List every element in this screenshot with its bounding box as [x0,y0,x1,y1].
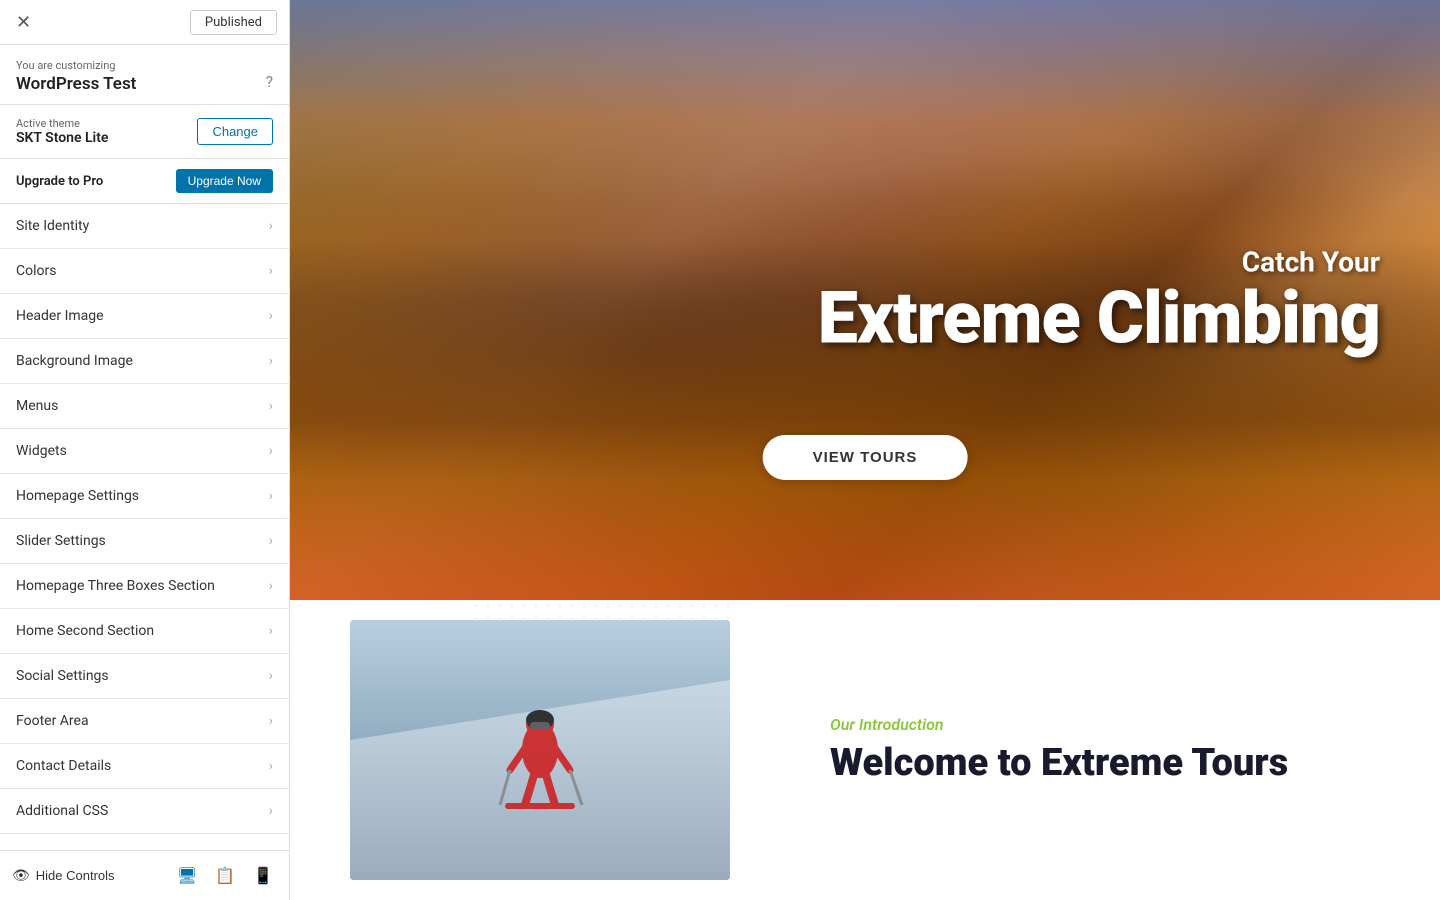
eye-icon: 👁 [12,867,30,884]
chevron-right-icon: › [269,668,273,684]
close-button[interactable]: ✕ [12,8,35,37]
upgrade-now-button[interactable]: Upgrade Now [176,169,273,193]
panel-bottom: 👁 Hide Controls 🖥 📋 📱 [0,850,289,900]
menu-item-label-home-second-section: Home Second Section [16,623,154,639]
chevron-right-icon: › [269,398,273,414]
intro-image-wrapper [350,620,770,880]
help-icon[interactable]: ? [265,72,273,91]
menu-item-label-slider-settings: Slider Settings [16,533,106,549]
tablet-preview-button[interactable]: 📋 [211,862,239,890]
menu-item-colors[interactable]: Colors › [0,249,289,294]
hero-text-block: Catch Your Extreme Climbing [818,246,1380,355]
menu-item-label-social-settings: Social Settings [16,668,109,684]
menu-item-contact-details[interactable]: Contact Details › [0,744,289,789]
menu-item-label-widgets: Widgets [16,443,67,459]
menu-item-additional-css[interactable]: Additional CSS › [0,789,289,834]
customizing-title: WordPress Test [16,74,273,94]
menu-item-label-menus: Menus [16,398,58,414]
upgrade-label: Upgrade to Pro [16,174,103,189]
upgrade-bar: Upgrade to Pro Upgrade Now [0,159,289,204]
customizer-panel: ✕ Published You are customizing WordPres… [0,0,290,900]
menu-item-label-background-image: Background Image [16,353,133,369]
hero-section: Catch Your Extreme Climbing VIEW TOURS [290,0,1440,600]
chevron-right-icon: › [269,803,273,819]
active-theme-section: Active theme SKT Stone Lite Change [0,105,289,159]
hide-controls-label: Hide Controls [36,868,115,883]
change-theme-button[interactable]: Change [197,118,273,145]
menu-item-label-colors: Colors [16,263,56,279]
hide-controls-button[interactable]: 👁 Hide Controls [12,867,115,884]
hero-catch-line: Catch Your [818,246,1380,279]
customizing-section: You are customizing WordPress Test ? [0,45,289,105]
menu-item-label-homepage-settings: Homepage Settings [16,488,139,504]
skier-illustration [350,620,730,880]
menu-item-homepage-three-boxes[interactable]: Homepage Three Boxes Section › [0,564,289,609]
hero-cta-wrapper: VIEW TOURS [763,435,968,480]
intro-image [350,620,730,880]
menu-item-homepage-settings[interactable]: Homepage Settings › [0,474,289,519]
menu-item-label-site-identity: Site Identity [16,218,89,234]
menu-item-site-identity[interactable]: Site Identity › [0,204,289,249]
menu-item-label-footer-area: Footer Area [16,713,89,729]
menu-item-widgets[interactable]: Widgets › [0,429,289,474]
intro-section: Our Introduction Welcome to Extreme Tour… [290,600,1440,900]
chevron-right-icon: › [269,713,273,729]
published-badge: Published [190,10,277,35]
menu-item-home-second-section[interactable]: Home Second Section › [0,609,289,654]
active-theme-name: SKT Stone Lite [16,130,108,146]
chevron-right-icon: › [269,353,273,369]
desktop-preview-button[interactable]: 🖥 [173,862,201,890]
chevron-right-icon: › [269,308,273,324]
menu-item-social-settings[interactable]: Social Settings › [0,654,289,699]
hero-main-title: Extreme Climbing [818,283,1380,355]
chevron-right-icon: › [269,218,273,234]
menu-item-label-homepage-three-boxes: Homepage Three Boxes Section [16,578,215,594]
panel-topbar: ✕ Published [0,0,289,45]
menu-item-label-additional-css: Additional CSS [16,803,108,819]
menu-item-header-image[interactable]: Header Image › [0,294,289,339]
chevron-right-icon: › [269,578,273,594]
menu-item-background-image[interactable]: Background Image › [0,339,289,384]
menu-item-footer-area[interactable]: Footer Area › [0,699,289,744]
menu-item-slider-settings[interactable]: Slider Settings › [0,519,289,564]
intro-text-block: Our Introduction Welcome to Extreme Tour… [830,715,1380,786]
menu-item-label-header-image: Header Image [16,308,104,324]
intro-subtitle: Our Introduction [830,715,1380,734]
menu-item-label-contact-details: Contact Details [16,758,111,774]
view-tours-button[interactable]: VIEW TOURS [763,435,968,480]
customizing-label: You are customizing [16,59,273,72]
chevron-right-icon: › [269,758,273,774]
customizer-menu-list: Site Identity › Colors › Header Image › … [0,204,289,850]
intro-title: Welcome to Extreme Tours [830,742,1380,786]
chevron-right-icon: › [269,488,273,504]
chevron-right-icon: › [269,623,273,639]
preview-area: Catch Your Extreme Climbing VIEW TOURS [290,0,1440,900]
active-theme-label: Active theme [16,117,108,130]
mobile-preview-button[interactable]: 📱 [249,862,277,890]
chevron-right-icon: › [269,443,273,459]
menu-item-menus[interactable]: Menus › [0,384,289,429]
chevron-right-icon: › [269,263,273,279]
preview-device-icons: 🖥 📋 📱 [173,862,277,890]
chevron-right-icon: › [269,533,273,549]
